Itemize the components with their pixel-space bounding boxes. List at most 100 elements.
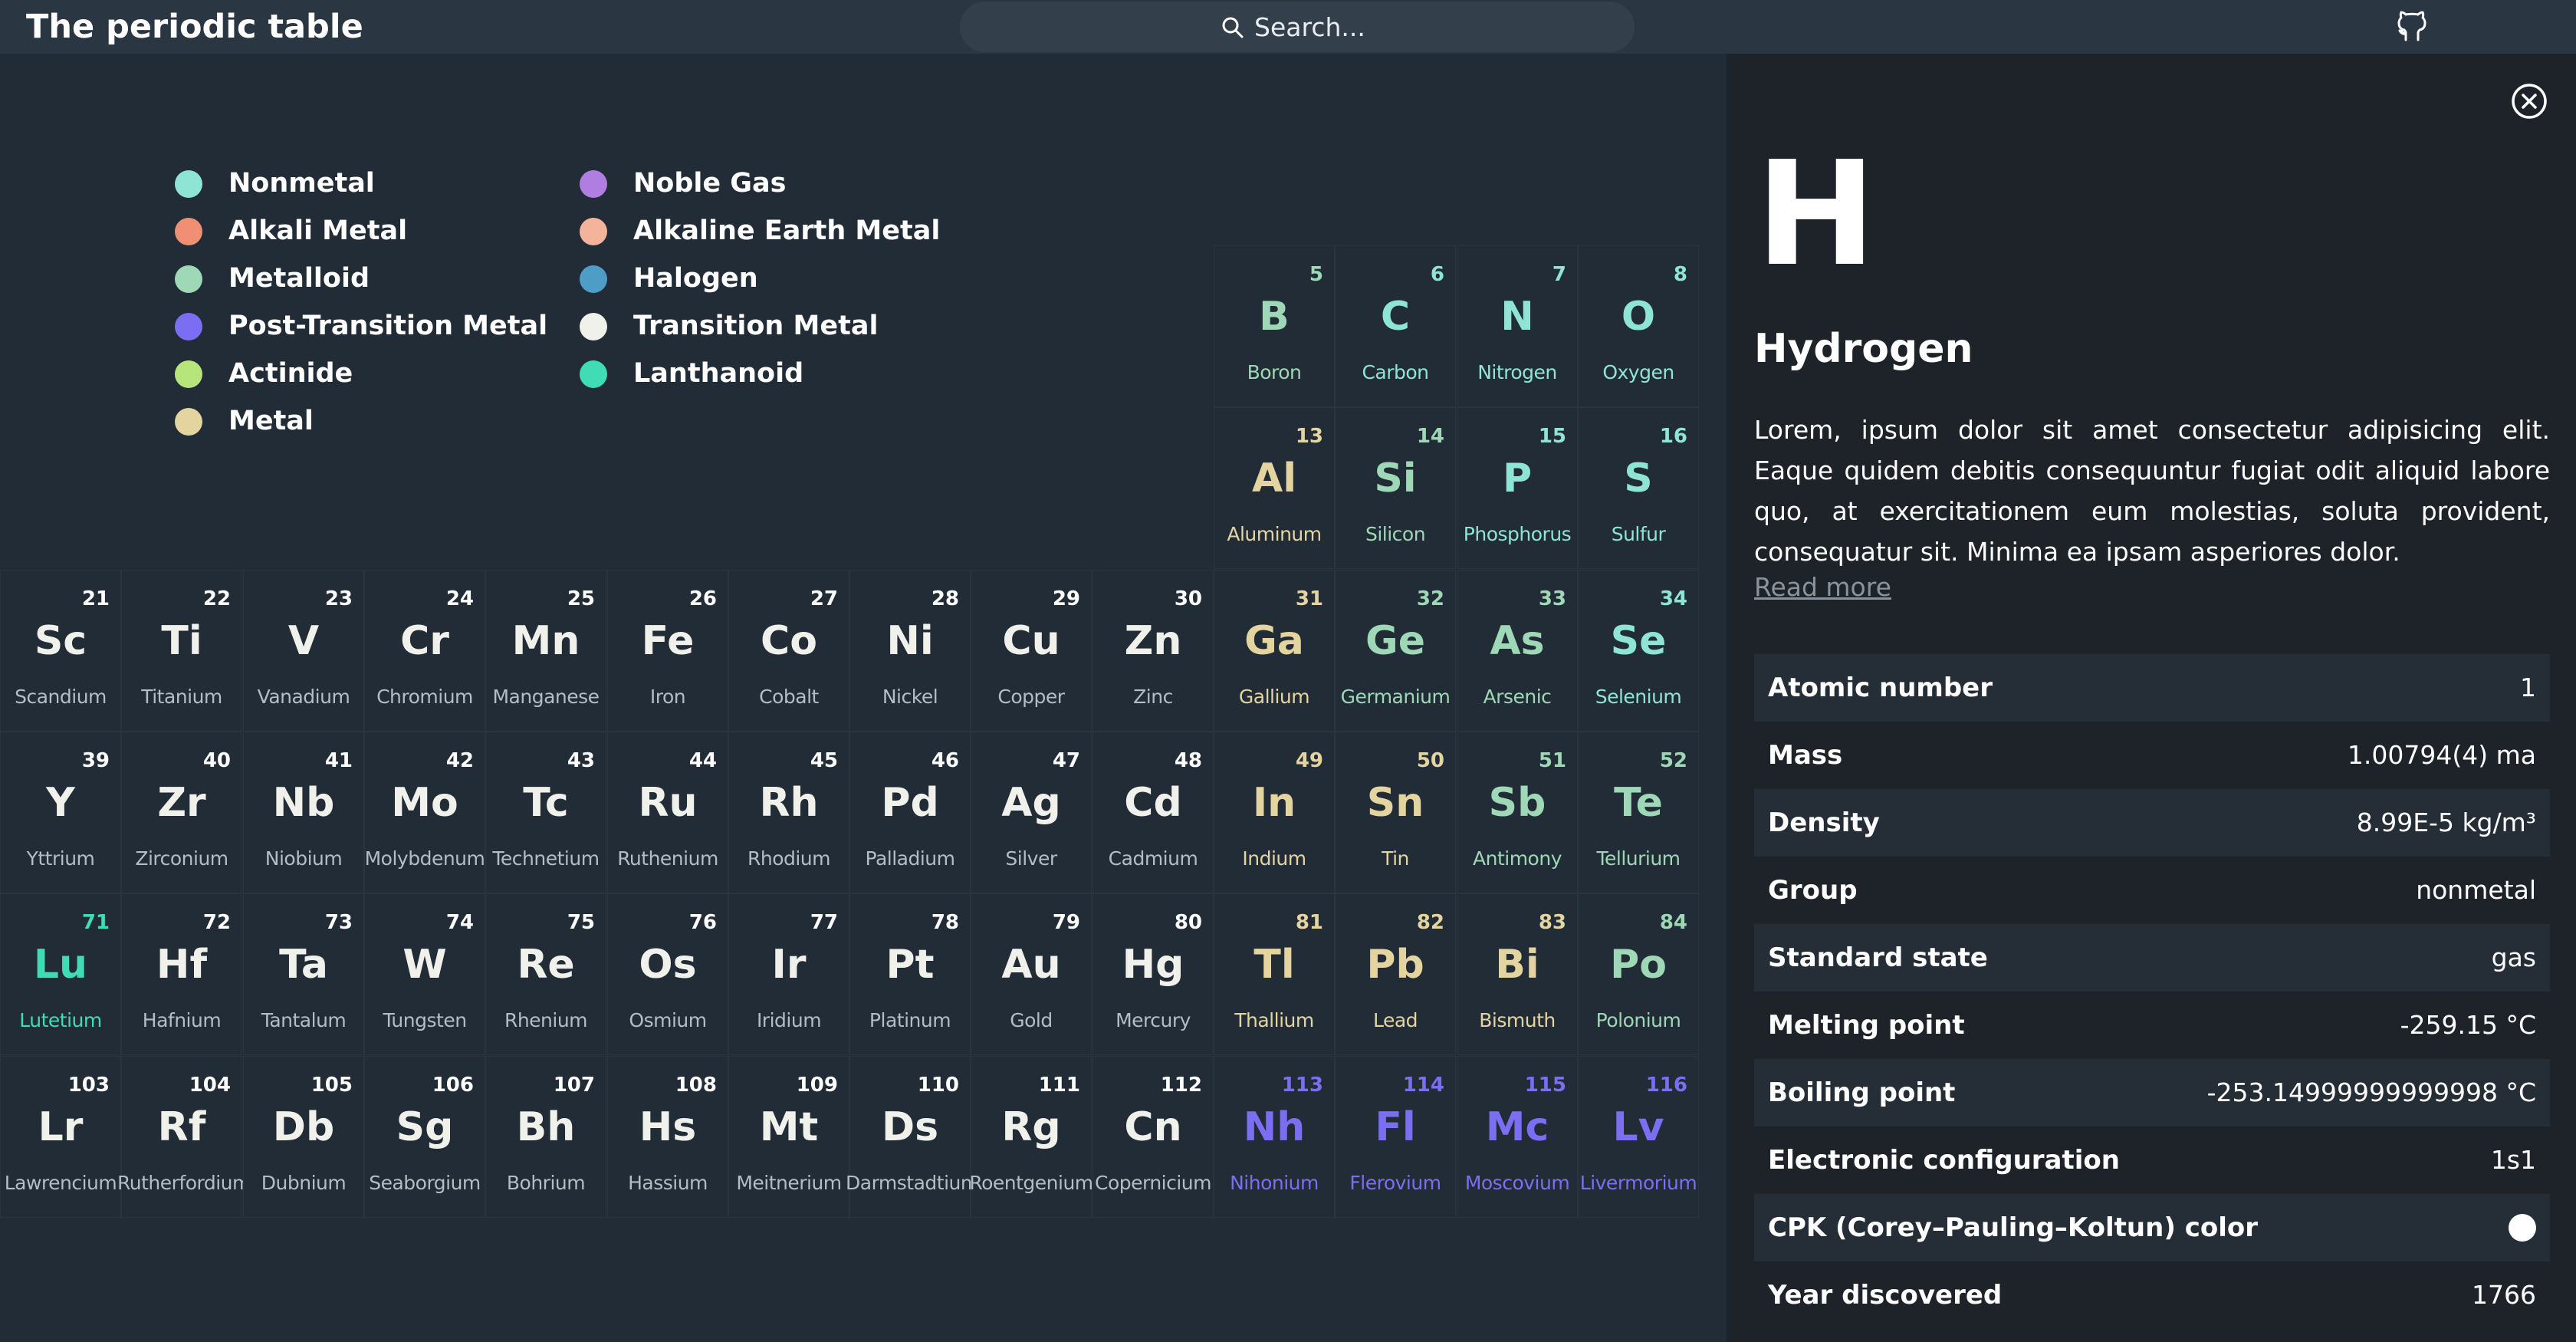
element-name: Titanium <box>141 686 222 708</box>
element-cell-zinc[interactable]: 30 Zn Zinc <box>1092 570 1214 732</box>
element-cell-lutetium[interactable]: 71 Lu Lutetium <box>0 893 121 1055</box>
element-name: Hafnium <box>142 1009 222 1031</box>
element-cell-silver[interactable]: 47 Ag Silver <box>971 732 1092 893</box>
element-cell-gallium[interactable]: 31 Ga Gallium <box>1214 570 1335 732</box>
element-cell-germanium[interactable]: 32 Ge Germanium <box>1335 570 1456 732</box>
element-symbol: Hs <box>639 1104 697 1150</box>
search-box[interactable] <box>960 2 1635 52</box>
element-cell-copernicium[interactable]: 112 Cn Copernicium <box>1092 1056 1214 1218</box>
element-cell-hafnium[interactable]: 72 Hf Hafnium <box>121 893 242 1055</box>
element-cell-meitnerium[interactable]: 109 Mt Meitnerium <box>728 1056 849 1218</box>
element-cell-tantalum[interactable]: 73 Ta Tantalum <box>243 893 364 1055</box>
element-cell-osmium[interactable]: 76 Os Osmium <box>607 893 728 1055</box>
element-name: Yttrium <box>26 847 95 870</box>
element-cell-chromium[interactable]: 24 Cr Chromium <box>364 570 485 732</box>
element-cell-darmstadtium[interactable]: 110 Ds Darmstadtium <box>846 1056 979 1218</box>
element-cell-tellurium[interactable]: 52 Te Tellurium <box>1578 732 1699 893</box>
element-cell-titanium[interactable]: 22 Ti Titanium <box>121 570 242 732</box>
property-value: 1s1 <box>2490 1145 2536 1175</box>
element-symbol: Mc <box>1485 1104 1549 1150</box>
element-symbol: In <box>1252 780 1296 826</box>
element-cell-zirconium[interactable]: 40 Zr Zirconium <box>121 732 242 893</box>
element-cell-niobium[interactable]: 41 Nb Niobium <box>243 732 364 893</box>
element-cell-silicon[interactable]: 14 Si Silicon <box>1335 407 1456 569</box>
element-cell-gold[interactable]: 79 Au Gold <box>971 893 1092 1055</box>
element-name: Palladium <box>865 847 956 870</box>
detail-element-symbol: H <box>1756 130 1877 298</box>
property-label: Mass <box>1768 740 1843 771</box>
atomic-number: 72 <box>202 911 231 934</box>
property-value: gas <box>2491 942 2536 972</box>
atomic-number: 15 <box>1538 425 1566 448</box>
element-name: Silicon <box>1365 523 1426 545</box>
element-name: Rhenium <box>504 1009 588 1031</box>
element-cell-indium[interactable]: 49 In Indium <box>1214 732 1335 893</box>
element-cell-rhodium[interactable]: 45 Rh Rhodium <box>728 732 849 893</box>
element-cell-tungsten[interactable]: 74 W Tungsten <box>364 893 485 1055</box>
element-cell-nitrogen[interactable]: 7 N Nitrogen <box>1457 245 1578 407</box>
property-value: -259.15 °C <box>2400 1010 2536 1040</box>
atomic-number: 48 <box>1174 749 1202 772</box>
atomic-number: 50 <box>1416 749 1444 772</box>
element-cell-technetium[interactable]: 43 Tc Technetium <box>485 732 606 893</box>
element-cell-sulfur[interactable]: 16 S Sulfur <box>1578 407 1699 569</box>
element-cell-copper[interactable]: 29 Cu Copper <box>971 570 1092 732</box>
atomic-number: 73 <box>324 911 353 934</box>
element-cell-nickel[interactable]: 28 Ni Nickel <box>849 570 971 732</box>
element-cell-hassium[interactable]: 108 Hs Hassium <box>607 1056 728 1218</box>
element-cell-phosphorus[interactable]: 15 P Phosphorus <box>1457 407 1578 569</box>
close-icon[interactable] <box>2510 82 2548 120</box>
element-cell-moscovium[interactable]: 115 Mc Moscovium <box>1457 1056 1578 1218</box>
element-cell-boron[interactable]: 5 B Boron <box>1214 245 1335 407</box>
element-cell-seaborgium[interactable]: 106 Sg Seaborgium <box>364 1056 485 1218</box>
element-cell-molybdenum[interactable]: 42 Mo Molybdenum <box>364 732 485 893</box>
element-cell-lead[interactable]: 82 Pb Lead <box>1335 893 1456 1055</box>
element-cell-platinum[interactable]: 78 Pt Platinum <box>849 893 971 1055</box>
element-cell-mercury[interactable]: 80 Hg Mercury <box>1092 893 1214 1055</box>
element-name: Rhodium <box>747 847 831 870</box>
property-row: Boiling point -253.14999999999998 °C <box>1754 1059 2550 1127</box>
element-name: Darmstadtium <box>846 1172 979 1194</box>
element-symbol: S <box>1624 456 1653 502</box>
element-name: Lead <box>1372 1009 1418 1031</box>
element-cell-vanadium[interactable]: 23 V Vanadium <box>243 570 364 732</box>
element-cell-manganese[interactable]: 25 Mn Manganese <box>485 570 606 732</box>
atomic-number: 111 <box>1038 1074 1080 1097</box>
read-more-link[interactable]: Read more <box>1754 572 1891 602</box>
element-cell-scandium[interactable]: 21 Sc Scandium <box>0 570 121 732</box>
element-cell-ruthenium[interactable]: 44 Ru Ruthenium <box>607 732 728 893</box>
element-cell-arsenic[interactable]: 33 As Arsenic <box>1457 570 1578 732</box>
property-label: CPK (Corey–Pauling–Koltun) color <box>1768 1212 2258 1243</box>
element-cell-lawrencium[interactable]: 103 Lr Lawrencium <box>0 1056 121 1218</box>
element-cell-cobalt[interactable]: 27 Co Cobalt <box>728 570 849 732</box>
element-cell-selenium[interactable]: 34 Se Selenium <box>1578 570 1699 732</box>
element-cell-dubnium[interactable]: 105 Db Dubnium <box>243 1056 364 1218</box>
element-cell-palladium[interactable]: 46 Pd Palladium <box>849 732 971 893</box>
element-cell-nihonium[interactable]: 113 Nh Nihonium <box>1214 1056 1335 1218</box>
element-cell-iron[interactable]: 26 Fe Iron <box>607 570 728 732</box>
element-name: Antimony <box>1473 847 1562 870</box>
element-symbol: Cr <box>400 618 449 664</box>
element-cell-cadmium[interactable]: 48 Cd Cadmium <box>1092 732 1214 893</box>
element-cell-rutherfordium[interactable]: 104 Rf Rutherfordium <box>117 1056 251 1218</box>
element-name: Molybdenum <box>364 847 485 870</box>
element-cell-rhenium[interactable]: 75 Re Rhenium <box>485 893 606 1055</box>
atomic-number: 107 <box>553 1074 595 1097</box>
element-cell-livermorium[interactable]: 116 Lv Livermorium <box>1578 1056 1699 1218</box>
element-cell-aluminum[interactable]: 13 Al Aluminum <box>1214 407 1335 569</box>
element-cell-iridium[interactable]: 77 Ir Iridium <box>728 893 849 1055</box>
element-symbol: Ti <box>161 618 202 664</box>
element-cell-oxygen[interactable]: 8 O Oxygen <box>1578 245 1699 407</box>
element-cell-thallium[interactable]: 81 Tl Thallium <box>1214 893 1335 1055</box>
element-cell-antimony[interactable]: 51 Sb Antimony <box>1457 732 1578 893</box>
element-cell-bohrium[interactable]: 107 Bh Bohrium <box>485 1056 606 1218</box>
search-input[interactable] <box>1254 6 1592 48</box>
element-cell-polonium[interactable]: 84 Po Polonium <box>1578 893 1699 1055</box>
github-icon[interactable] <box>2395 9 2429 43</box>
element-cell-carbon[interactable]: 6 C Carbon <box>1335 245 1456 407</box>
element-cell-bismuth[interactable]: 83 Bi Bismuth <box>1457 893 1578 1055</box>
element-cell-tin[interactable]: 50 Sn Tin <box>1335 732 1456 893</box>
element-cell-yttrium[interactable]: 39 Y Yttrium <box>0 732 121 893</box>
element-cell-flerovium[interactable]: 114 Fl Flerovium <box>1335 1056 1456 1218</box>
element-cell-roentgenium[interactable]: 111 Rg Roentgenium <box>969 1056 1093 1218</box>
